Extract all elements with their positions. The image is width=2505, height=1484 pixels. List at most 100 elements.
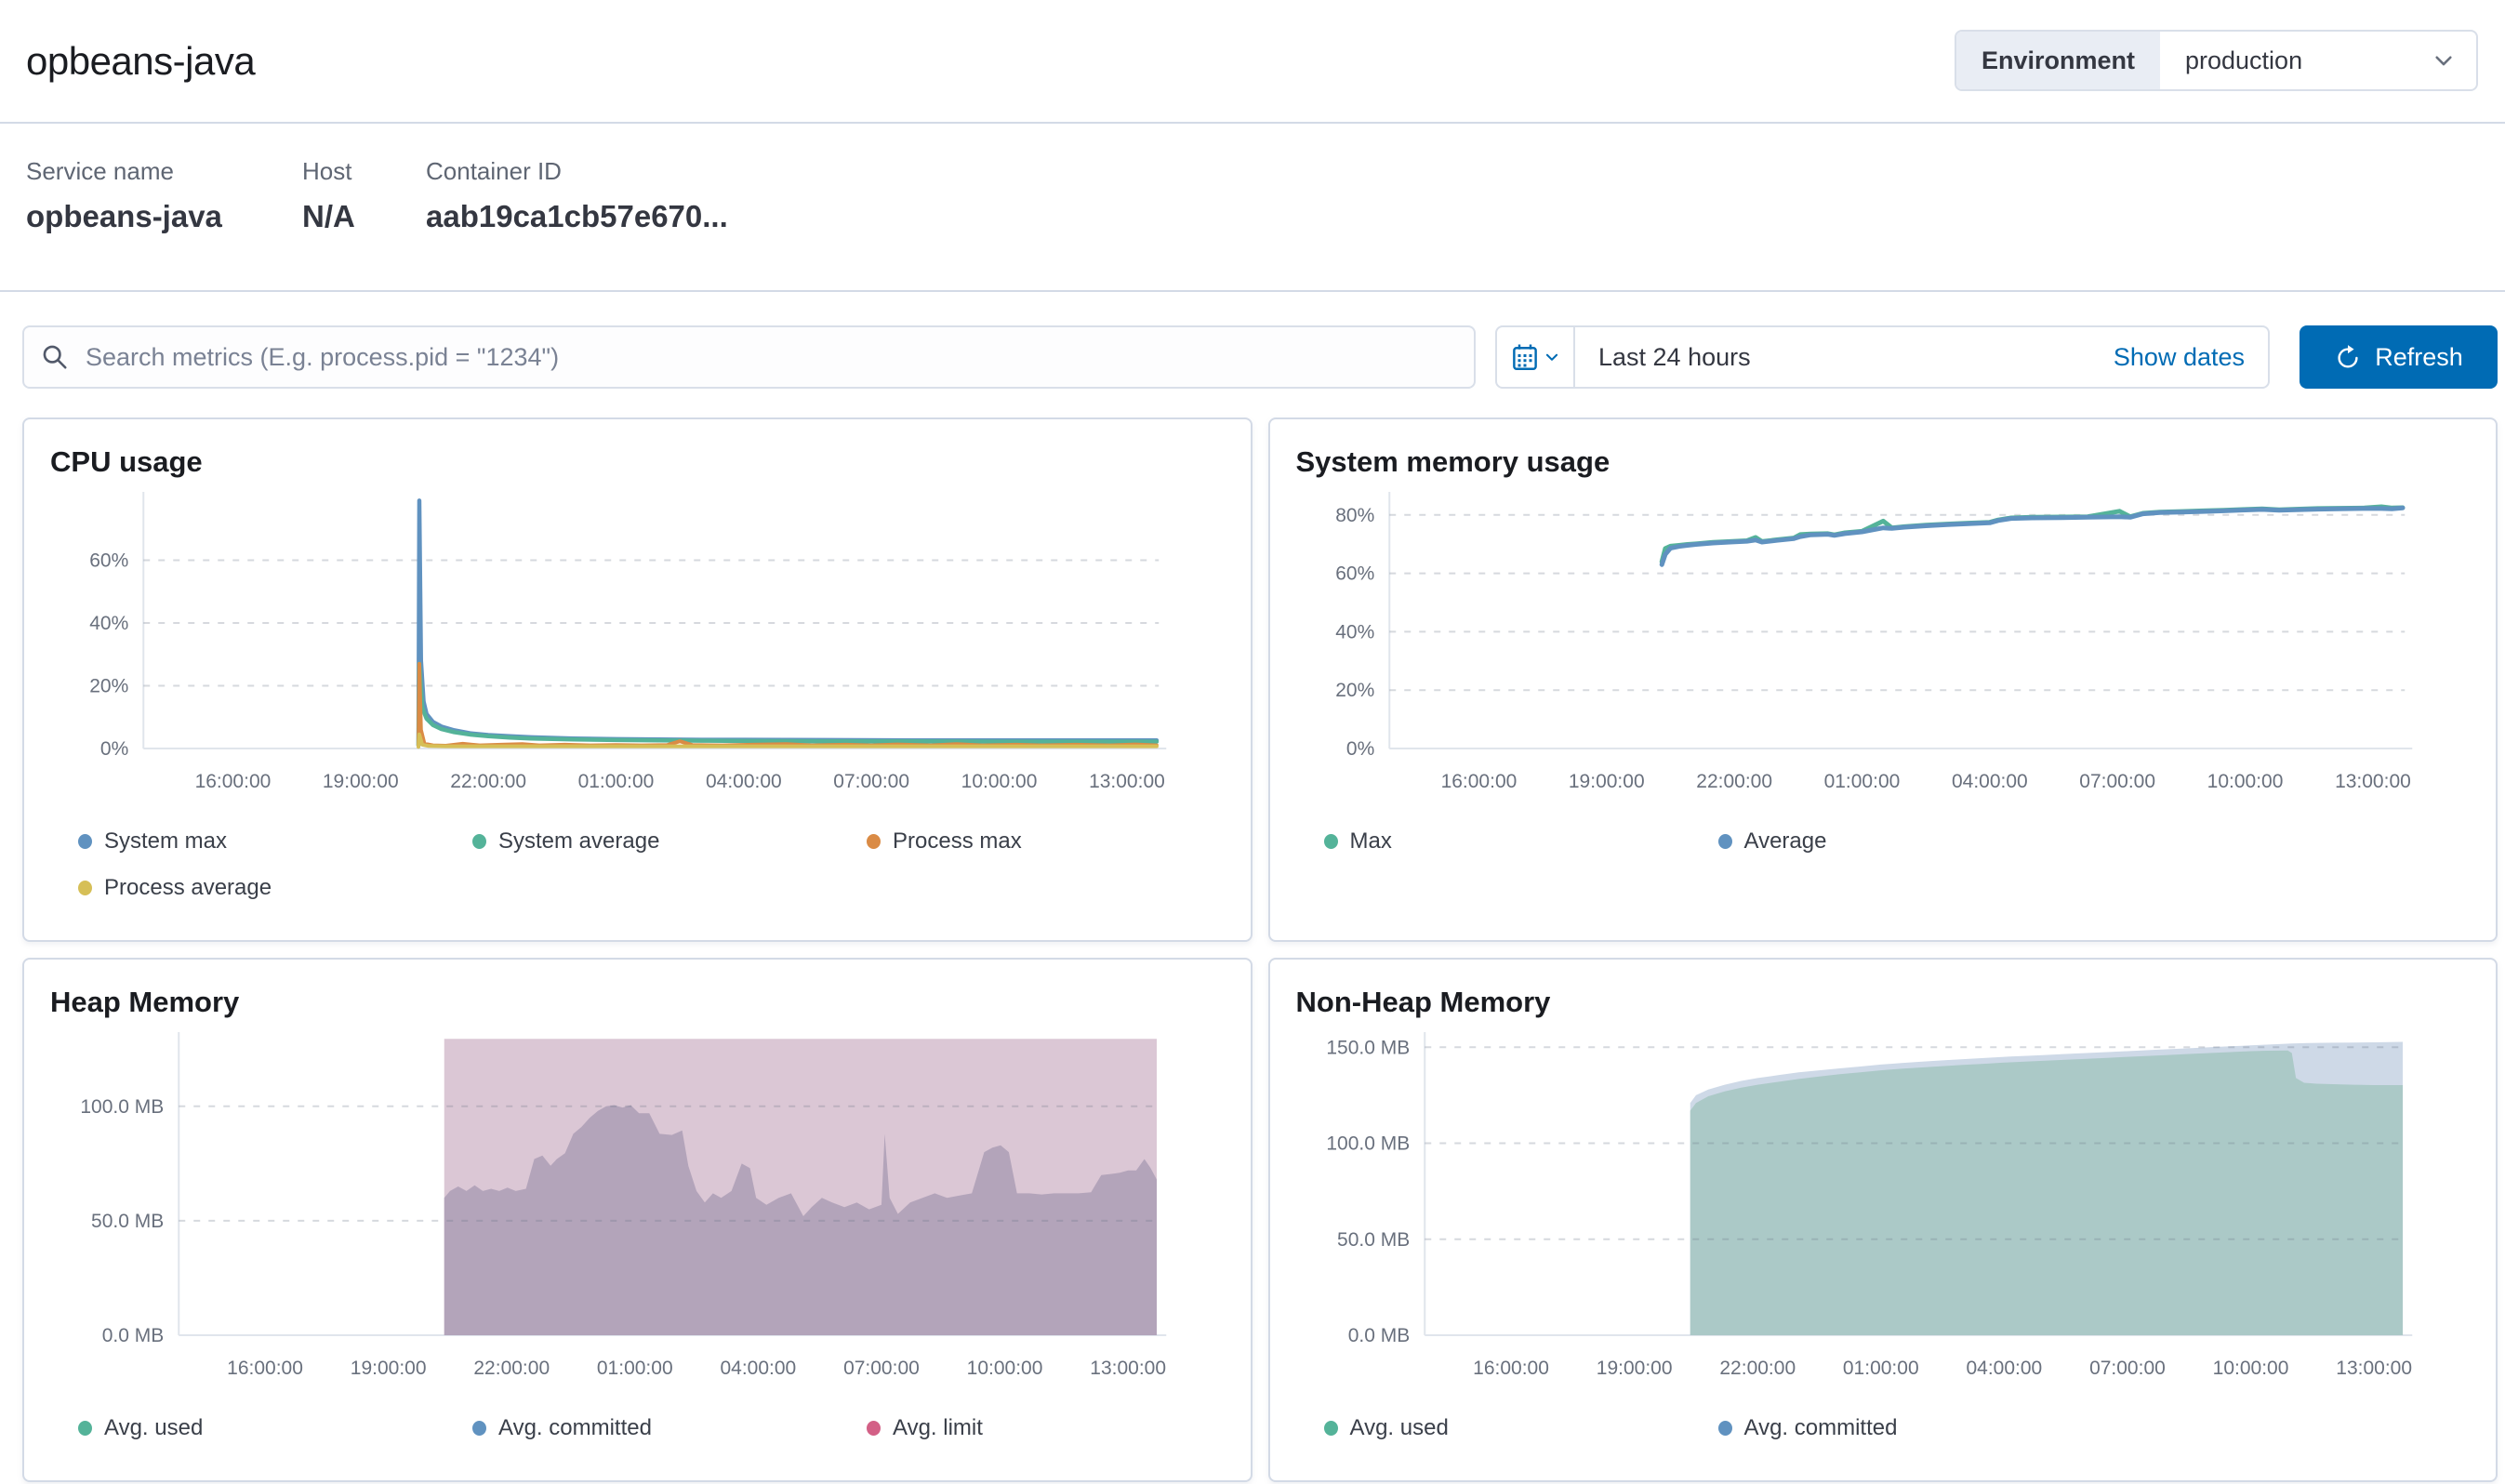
non-heap-memory-chart[interactable]: 0.0 MB50.0 MB100.0 MB150.0 MB16:00:0019:… (1296, 1030, 2471, 1411)
show-dates-link[interactable]: Show dates (2114, 343, 2245, 372)
service-name-label: Service name (26, 157, 302, 186)
chevron-down-icon (1544, 349, 1560, 365)
host-label: Host (302, 157, 426, 186)
chart-legend: System max System average Process max Proce… (78, 828, 1225, 901)
legend-label: Process average (104, 875, 272, 901)
legend-item[interactable]: Process average (78, 875, 472, 901)
svg-text:19:00:00: 19:00:00 (323, 771, 399, 792)
legend-dot-icon (1324, 1421, 1338, 1436)
legend-item[interactable]: Avg. used (1324, 1415, 1718, 1441)
chart-title: Heap Memory (50, 986, 1225, 1019)
time-range-field[interactable]: Last 24 hours Show dates (1575, 327, 2268, 387)
refresh-icon (2334, 343, 2362, 371)
svg-text:19:00:00: 19:00:00 (351, 1358, 427, 1379)
svg-text:22:00:00: 22:00:00 (1696, 771, 1772, 792)
host-value: N/A (302, 199, 426, 234)
svg-text:10:00:00: 10:00:00 (961, 771, 1038, 792)
search-icon (41, 343, 69, 371)
svg-text:100.0 MB: 100.0 MB (1326, 1133, 1410, 1155)
svg-text:20%: 20% (1335, 680, 1374, 701)
calendar-icon (1511, 342, 1539, 372)
chart-legend: Avg. used Avg. committed Avg. limit (78, 1415, 1225, 1441)
legend-label: Avg. limit (893, 1415, 983, 1441)
svg-text:10:00:00: 10:00:00 (967, 1358, 1043, 1379)
svg-text:80%: 80% (1335, 505, 1374, 526)
page-title: opbeans-java (26, 39, 255, 84)
legend-label: Avg. used (1350, 1415, 1449, 1441)
cpu-usage-panel: CPU usage 0%20%40%60%16:00:0019:00:0022:… (22, 417, 1252, 942)
svg-text:16:00:00: 16:00:00 (1440, 771, 1517, 792)
svg-text:16:00:00: 16:00:00 (195, 771, 272, 792)
legend-item[interactable]: Process max (867, 828, 1252, 855)
legend-dot-icon (867, 834, 881, 849)
legend-label: System max (104, 828, 227, 855)
legend-item[interactable]: System max (78, 828, 472, 855)
system-memory-chart[interactable]: 0%20%40%60%80%16:00:0019:00:0022:00:0001… (1296, 490, 2471, 825)
search-input[interactable] (22, 325, 1476, 389)
cpu-usage-chart[interactable]: 0%20%40%60%16:00:0019:00:0022:00:0001:00… (50, 490, 1225, 825)
legend-dot-icon (472, 834, 486, 849)
svg-text:07:00:00: 07:00:00 (833, 771, 909, 792)
legend-item[interactable]: System average (472, 828, 867, 855)
heap-memory-panel: Heap Memory 0.0 MB 50.0 MB 100.0 MB 16:00:0… (22, 958, 1252, 1482)
svg-text:19:00:00: 19:00:00 (1568, 771, 1644, 792)
legend-label: Process max (893, 828, 1022, 855)
svg-text:100.0 MB: 100.0 MB (80, 1096, 164, 1118)
heap-memory-chart[interactable]: 0.0 MB 50.0 MB 100.0 MB 16:00:00 19:00:00 22:… (50, 1030, 1225, 1411)
legend-label: Avg. committed (1744, 1415, 1898, 1441)
environment-select[interactable]: Environment production (1955, 30, 2478, 91)
legend-item[interactable]: Avg. limit (867, 1415, 1252, 1441)
svg-text:07:00:00: 07:00:00 (2089, 1358, 2166, 1379)
svg-text:0%: 0% (100, 738, 128, 760)
quick-select-button[interactable] (1497, 327, 1575, 387)
refresh-label: Refresh (2375, 343, 2463, 372)
svg-text:04:00:00: 04:00:00 (706, 771, 782, 792)
legend-item[interactable]: Avg. committed (472, 1415, 867, 1441)
svg-text:01:00:00: 01:00:00 (1842, 1358, 1918, 1379)
svg-text:0.0 MB: 0.0 MB (102, 1325, 165, 1346)
legend-label: Avg. committed (498, 1415, 652, 1441)
chart-legend: Max Average (1324, 828, 2471, 855)
svg-text:01:00:00: 01:00:00 (1823, 771, 1900, 792)
legend-label: Max (1350, 828, 1392, 855)
svg-text:13:00:00: 13:00:00 (2335, 771, 2411, 792)
service-name-value: opbeans-java (26, 199, 302, 234)
legend-label: Average (1744, 828, 1827, 855)
svg-text:150.0 MB: 150.0 MB (1326, 1037, 1410, 1058)
legend-item[interactable]: Avg. used (78, 1415, 472, 1441)
svg-text:60%: 60% (1335, 563, 1374, 585)
legend-label: Avg. used (104, 1415, 203, 1441)
svg-text:10:00:00: 10:00:00 (2207, 771, 2283, 792)
svg-text:22:00:00: 22:00:00 (450, 771, 526, 792)
svg-text:04:00:00: 04:00:00 (1951, 771, 2027, 792)
refresh-button[interactable]: Refresh (2300, 325, 2498, 389)
svg-text:01:00:00: 01:00:00 (578, 771, 655, 792)
system-memory-panel: System memory usage 0%20%40%60%80%16:00:… (1268, 417, 2498, 942)
environment-value: production (2185, 46, 2302, 75)
chart-title: Non-Heap Memory (1296, 986, 2471, 1019)
service-metadata-bar: Service name opbeans-java Host N/A Conta… (0, 124, 2505, 292)
container-id-label: Container ID (426, 157, 728, 186)
svg-text:22:00:00: 22:00:00 (1719, 1358, 1796, 1379)
search-box (22, 325, 1476, 389)
chevron-down-icon (2432, 48, 2456, 73)
svg-text:40%: 40% (89, 613, 128, 634)
chart-legend: Avg. used Avg. committed (1324, 1415, 2471, 1441)
svg-text:22:00:00: 22:00:00 (473, 1358, 550, 1379)
svg-text:0.0 MB: 0.0 MB (1347, 1325, 1410, 1346)
legend-item[interactable]: Average (1718, 828, 2113, 855)
svg-text:13:00:00: 13:00:00 (2336, 1358, 2412, 1379)
legend-item[interactable]: Avg. committed (1718, 1415, 2113, 1441)
svg-text:07:00:00: 07:00:00 (2079, 771, 2155, 792)
svg-text:16:00:00: 16:00:00 (1473, 1358, 1549, 1379)
svg-text:50.0 MB: 50.0 MB (91, 1211, 164, 1232)
legend-dot-icon (1718, 834, 1732, 849)
svg-text:40%: 40% (1335, 621, 1374, 643)
svg-text:16:00:00: 16:00:00 (227, 1358, 303, 1379)
time-range-value: Last 24 hours (1598, 343, 1751, 372)
legend-dot-icon (78, 1421, 92, 1436)
svg-text:10:00:00: 10:00:00 (2212, 1358, 2288, 1379)
svg-text:20%: 20% (89, 676, 128, 697)
legend-item[interactable]: Max (1324, 828, 1718, 855)
charts-grid: CPU usage 0%20%40%60%16:00:0019:00:0022:… (22, 417, 2498, 1482)
